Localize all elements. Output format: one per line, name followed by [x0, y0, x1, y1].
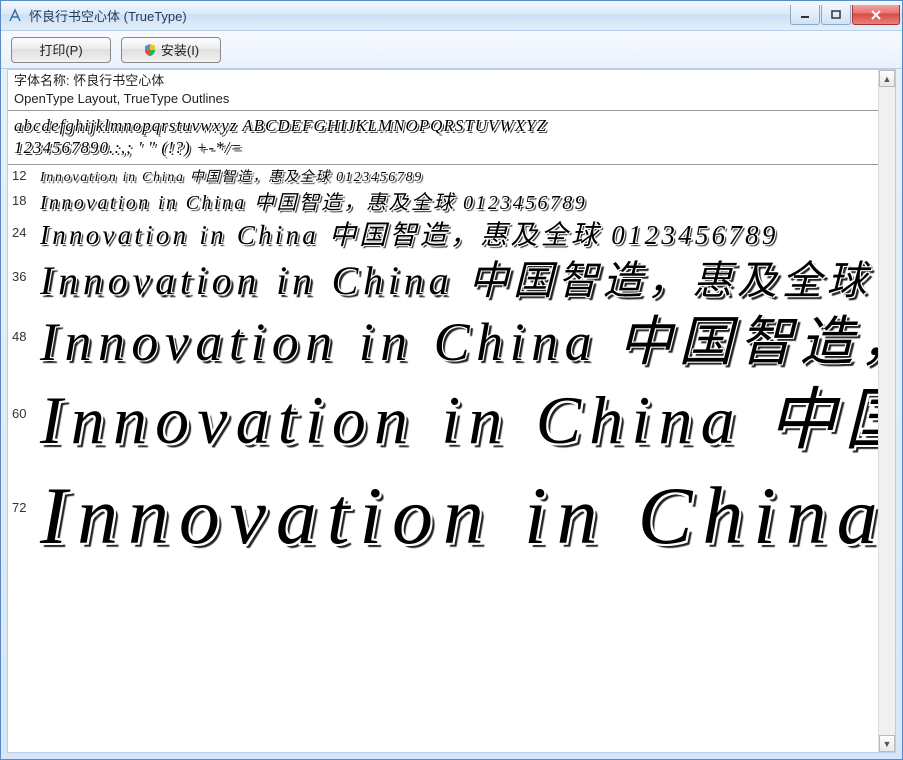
- sample-row-24: 24Innovation in China 中国智造，惠及全球 01234567…: [8, 215, 878, 251]
- install-button[interactable]: 安装(I): [121, 37, 221, 63]
- sample-text: Innovation in China 中国智造，惠及全球 0123456789: [40, 457, 878, 559]
- sample-size-label: 24: [12, 225, 40, 240]
- size-samples: 12Innovation in China 中国智造，惠及全球 01234567…: [8, 165, 878, 559]
- font-tech-line: OpenType Layout, TrueType Outlines: [14, 90, 872, 108]
- sample-row-36: 36Innovation in China 中国智造，惠及全球 01234567…: [8, 251, 878, 303]
- window-controls: [790, 5, 900, 25]
- sample-size-label: 48: [12, 329, 40, 344]
- font-name-line: 字体名称: 怀良行书空心体: [14, 72, 872, 90]
- sample-size-label: 60: [12, 406, 40, 421]
- glyph-sample: abcdefghijklmnopqrstuvwxyz ABCDEFGHIJKLM…: [8, 111, 878, 164]
- sample-row-12: 12Innovation in China 中国智造，惠及全球 01234567…: [8, 165, 878, 187]
- sample-text: Innovation in China 中国智造，惠及全球 0123456789: [40, 303, 878, 371]
- sample-row-48: 48Innovation in China 中国智造，惠及全球 01234567…: [8, 303, 878, 371]
- scroll-up-button[interactable]: ▲: [879, 70, 895, 87]
- app-icon: [7, 8, 23, 24]
- sample-row-60: 60Innovation in China 中国智造，惠及全球 01234567…: [8, 371, 878, 457]
- font-preview-scroll[interactable]: 字体名称: 怀良行书空心体 OpenType Layout, TrueType …: [8, 70, 878, 752]
- vertical-scrollbar[interactable]: ▲ ▼: [878, 70, 895, 752]
- scroll-down-button[interactable]: ▼: [879, 735, 895, 752]
- close-button[interactable]: [852, 5, 900, 25]
- sample-text: Innovation in China 中国智造，惠及全球 0123456789: [40, 371, 878, 457]
- sample-size-label: 72: [12, 500, 40, 515]
- sample-text: Innovation in China 中国智造，惠及全球 0123456789: [40, 187, 587, 215]
- font-viewer-window: 怀良行书空心体 (TrueType) 打印(P): [0, 0, 903, 760]
- sample-text: Innovation in China 中国智造，惠及全球 0123456789: [40, 251, 878, 303]
- window-title: 怀良行书空心体 (TrueType): [29, 6, 790, 25]
- sample-text: Innovation in China 中国智造，惠及全球 0123456789: [40, 215, 779, 251]
- print-button-label: 打印(P): [39, 40, 82, 59]
- sample-row-18: 18Innovation in China 中国智造，惠及全球 01234567…: [8, 187, 878, 215]
- sample-row-72: 72Innovation in China 中国智造，惠及全球 01234567…: [8, 457, 878, 559]
- sample-text: Innovation in China 中国智造，惠及全球 0123456789: [40, 166, 423, 186]
- sample-size-label: 12: [12, 168, 40, 183]
- shield-icon: [143, 43, 157, 57]
- content-area: 字体名称: 怀良行书空心体 OpenType Layout, TrueType …: [7, 69, 896, 753]
- sample-size-label: 36: [12, 269, 40, 284]
- glyph-alpha: abcdefghijklmnopqrstuvwxyz ABCDEFGHIJKLM…: [14, 115, 872, 137]
- install-button-label: 安装(I): [161, 40, 199, 59]
- glyph-symbols: 1234567890.:,; ' " (!?) +-*/=: [14, 137, 872, 159]
- font-metadata: 字体名称: 怀良行书空心体 OpenType Layout, TrueType …: [8, 70, 878, 111]
- maximize-button[interactable]: [821, 5, 851, 25]
- sample-size-label: 18: [12, 193, 40, 208]
- toolbar: 打印(P) 安装(I): [1, 31, 902, 69]
- print-button[interactable]: 打印(P): [11, 37, 111, 63]
- titlebar[interactable]: 怀良行书空心体 (TrueType): [1, 1, 902, 31]
- minimize-button[interactable]: [790, 5, 820, 25]
